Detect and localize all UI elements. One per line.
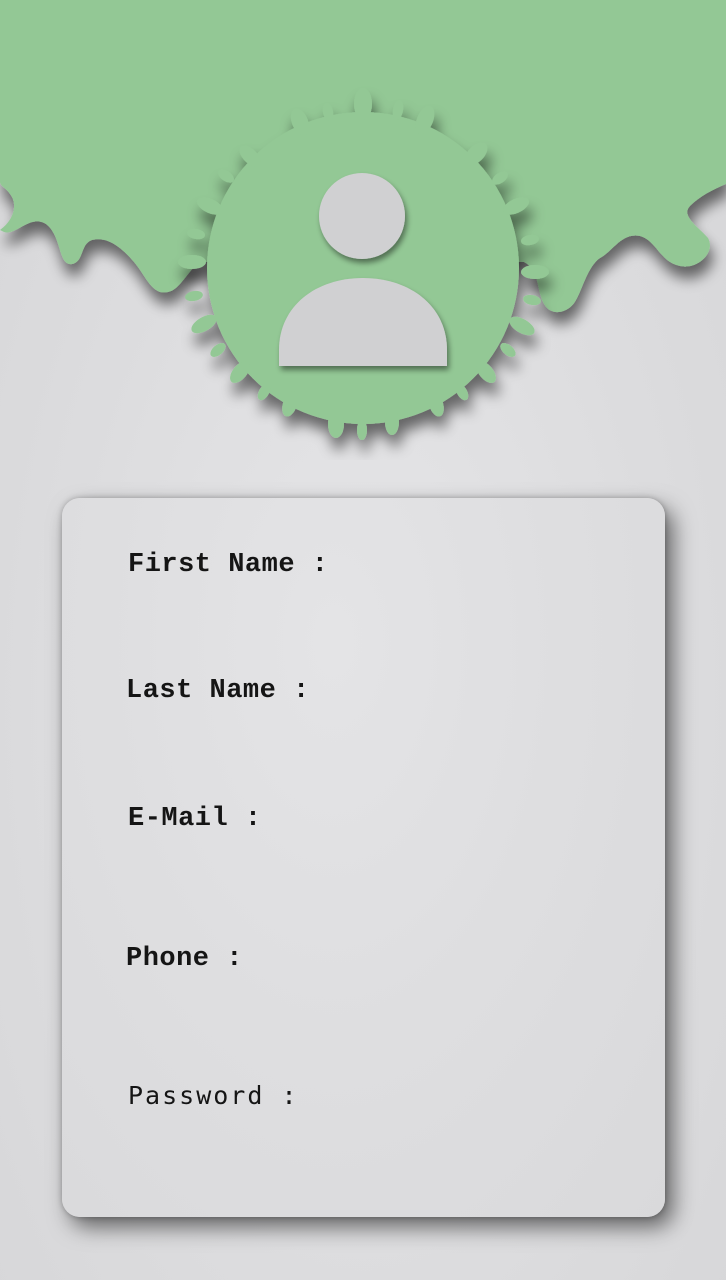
- last-name-label: Last Name :: [126, 676, 310, 706]
- registration-form-card: First Name : Last Name : E-Mail : Phone …: [62, 498, 665, 1217]
- first-name-input[interactable]: [128, 590, 602, 632]
- email-input[interactable]: [128, 844, 602, 886]
- phone-input[interactable]: [126, 984, 600, 1026]
- phone-label: Phone :: [126, 944, 243, 974]
- first-name-label: First Name :: [128, 550, 329, 580]
- password-label: Password :: [128, 1081, 299, 1110]
- password-input[interactable]: [128, 1120, 602, 1162]
- avatar-head: [319, 173, 405, 259]
- header-splash: [0, 0, 726, 460]
- email-label: E-Mail :: [128, 804, 262, 834]
- last-name-input[interactable]: [126, 716, 600, 758]
